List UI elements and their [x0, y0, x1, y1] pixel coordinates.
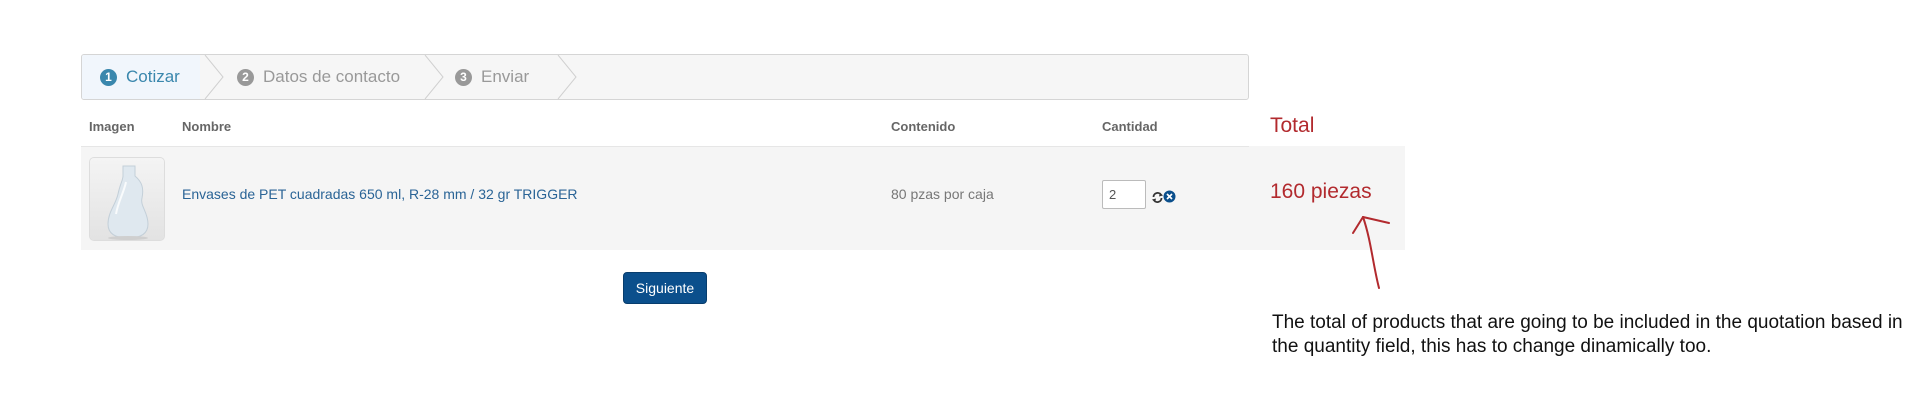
total-column-header: Total	[1270, 114, 1315, 137]
product-name-link[interactable]: Envases de PET cuadradas 650 ml, R-28 mm…	[182, 186, 578, 202]
quotation-page: 1 Cotizar 2 Datos de contacto 3 Enviar I…	[0, 0, 1920, 400]
wizard-step-cotizar[interactable]: 1 Cotizar	[82, 55, 200, 99]
product-thumbnail[interactable]	[89, 157, 165, 241]
annotation-arrow-icon	[1352, 216, 1390, 289]
column-header-name: Nombre	[182, 119, 232, 134]
bottle-icon	[90, 158, 164, 240]
total-pieces: 160 piezas	[1270, 180, 1372, 203]
column-header-image: Imagen	[89, 119, 135, 134]
step-label: Enviar	[481, 67, 530, 86]
step-number-badge: 3	[455, 68, 472, 86]
remove-icon[interactable]	[1163, 190, 1176, 203]
step-label: Cotizar	[126, 67, 180, 86]
next-button[interactable]: Siguiente	[623, 272, 707, 304]
step-number-badge: 2	[237, 68, 254, 86]
step-number-badge: 1	[100, 68, 117, 86]
quantity-input[interactable]	[1102, 180, 1146, 209]
step-label: Datos de contacto	[263, 67, 401, 86]
wizard-step-enviar[interactable]: 3 Enviar	[455, 55, 555, 99]
wizard-steps: 1 Cotizar 2 Datos de contacto 3 Enviar	[81, 54, 1249, 100]
product-content: 80 pzas por caja	[891, 186, 994, 202]
wizard-step-datos-contacto[interactable]: 2 Datos de contacto	[237, 55, 437, 99]
annotation-note: The total of products that are going to …	[1272, 312, 1903, 357]
column-header-content: Contenido	[891, 119, 956, 134]
column-header-quantity: Cantidad	[1102, 119, 1158, 134]
